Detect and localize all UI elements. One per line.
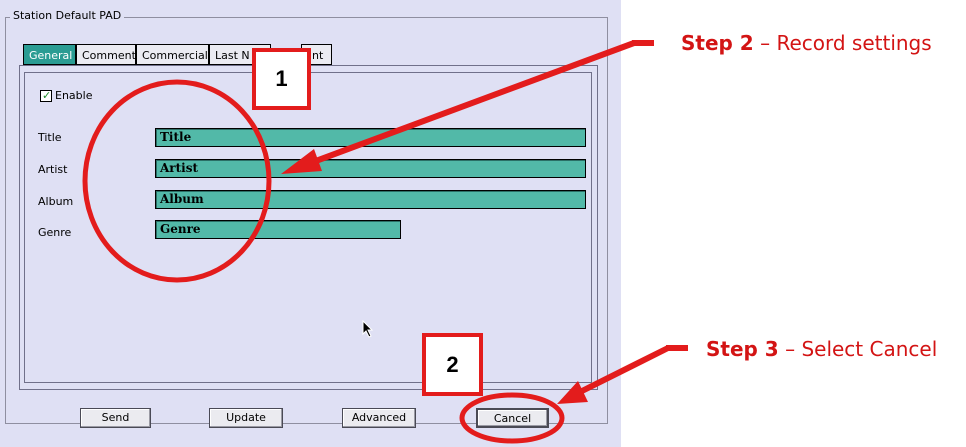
step2-caption: Step 2 – Record settings	[681, 31, 932, 55]
cancel-highlight-ellipse	[459, 392, 565, 444]
step2-caption-rest: – Record settings	[753, 31, 932, 55]
step3-caption-bold: Step 3	[706, 337, 779, 361]
annotation-overlay	[82, 40, 688, 444]
callout-box-1: 1	[252, 48, 311, 110]
step2-arrow	[281, 40, 654, 174]
step3-arrow	[557, 345, 688, 404]
fields-highlight-circle	[82, 79, 272, 283]
callout-box-2: 2	[422, 333, 483, 396]
step3-caption-rest: – Select Cancel	[778, 337, 938, 361]
step3-caption: Step 3 – Select Cancel	[706, 337, 937, 361]
step2-caption-bold: Step 2	[681, 31, 754, 55]
